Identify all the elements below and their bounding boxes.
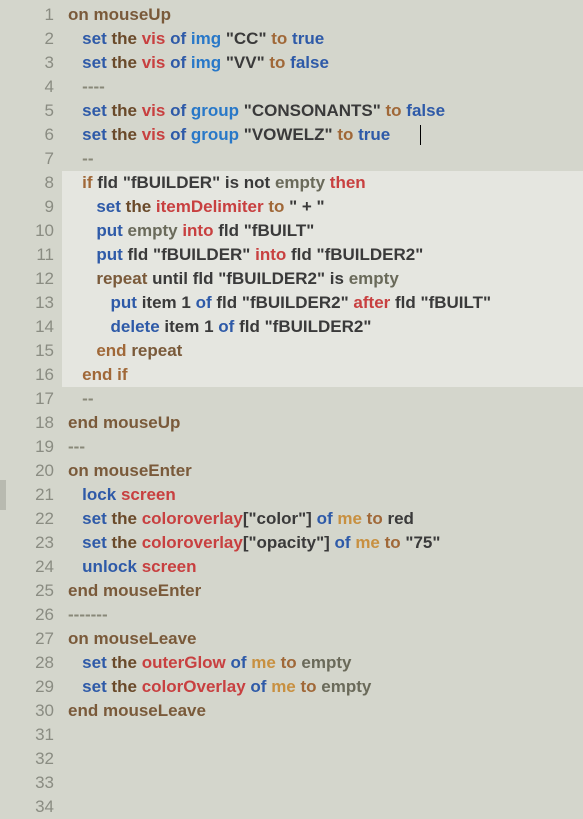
- line-number: 6: [0, 123, 54, 147]
- code-line[interactable]: --: [62, 147, 583, 171]
- line-number: 4: [0, 75, 54, 99]
- code-line[interactable]: [62, 771, 583, 795]
- line-number: 32: [0, 747, 54, 771]
- code-line[interactable]: delete item 1 of fld "fBUILDER2": [62, 315, 583, 339]
- code-line[interactable]: end mouseEnter: [62, 579, 583, 603]
- line-number: 3: [0, 51, 54, 75]
- code-line[interactable]: end mouseLeave: [62, 699, 583, 723]
- line-number: 7: [0, 147, 54, 171]
- line-number: 19: [0, 435, 54, 459]
- code-line[interactable]: set the coloroverlay["opacity"] of me to…: [62, 531, 583, 555]
- line-number: 15: [0, 339, 54, 363]
- code-line[interactable]: set the coloroverlay["color"] of me to r…: [62, 507, 583, 531]
- line-number: 13: [0, 291, 54, 315]
- code-line[interactable]: [62, 795, 583, 819]
- code-line[interactable]: set the itemDelimiter to " + ": [62, 195, 583, 219]
- line-number: 1: [0, 3, 54, 27]
- line-number: 33: [0, 771, 54, 795]
- code-line[interactable]: set the outerGlow of me to empty: [62, 651, 583, 675]
- code-line[interactable]: --: [62, 387, 583, 411]
- code-area[interactable]: on mouseUp set the vis of img "CC" to tr…: [62, 0, 583, 813]
- line-number: 5: [0, 99, 54, 123]
- line-number: 18: [0, 411, 54, 435]
- code-line[interactable]: unlock screen: [62, 555, 583, 579]
- text-cursor: [420, 125, 421, 145]
- code-line[interactable]: on mouseLeave: [62, 627, 583, 651]
- code-line[interactable]: ---: [62, 435, 583, 459]
- line-number: 31: [0, 723, 54, 747]
- line-number: 30: [0, 699, 54, 723]
- line-number: 11: [0, 243, 54, 267]
- code-line[interactable]: set the colorOverlay of me to empty: [62, 675, 583, 699]
- line-number: 14: [0, 315, 54, 339]
- line-number: 2: [0, 27, 54, 51]
- line-number: 25: [0, 579, 54, 603]
- code-line[interactable]: -------: [62, 603, 583, 627]
- code-line[interactable]: set the vis of img "VV" to false: [62, 51, 583, 75]
- code-line[interactable]: lock screen: [62, 483, 583, 507]
- line-number: 12: [0, 267, 54, 291]
- line-number: 20: [0, 459, 54, 483]
- line-number: 22: [0, 507, 54, 531]
- fold-marker: [0, 480, 6, 510]
- line-number: 23: [0, 531, 54, 555]
- code-line[interactable]: ----: [62, 75, 583, 99]
- code-line[interactable]: on mouseUp: [62, 3, 583, 27]
- line-number: 24: [0, 555, 54, 579]
- code-line[interactable]: put empty into fld "fBUILT": [62, 219, 583, 243]
- line-number: 29: [0, 675, 54, 699]
- code-line[interactable]: if fld "fBUILDER" is not empty then: [62, 171, 583, 195]
- line-number: 27: [0, 627, 54, 651]
- code-line[interactable]: on mouseEnter: [62, 459, 583, 483]
- code-line[interactable]: [62, 723, 583, 747]
- code-line[interactable]: end repeat: [62, 339, 583, 363]
- code-line[interactable]: set the vis of group "VOWELZ" to true: [62, 123, 583, 147]
- code-line[interactable]: set the vis of group "CONSONANTS" to fal…: [62, 99, 583, 123]
- code-line[interactable]: put item 1 of fld "fBUILDER2" after fld …: [62, 291, 583, 315]
- line-number: 28: [0, 651, 54, 675]
- line-number-gutter: 1 2 3 4 5 6 7 8 9 10 11 12 13 14 15 16 1…: [0, 0, 62, 813]
- code-line[interactable]: end mouseUp: [62, 411, 583, 435]
- line-number: 26: [0, 603, 54, 627]
- line-number: 8: [0, 171, 54, 195]
- code-line[interactable]: end if: [62, 363, 583, 387]
- code-editor: 1 2 3 4 5 6 7 8 9 10 11 12 13 14 15 16 1…: [0, 0, 583, 813]
- line-number: 21: [0, 483, 54, 507]
- line-number: 10: [0, 219, 54, 243]
- code-line[interactable]: put fld "fBUILDER" into fld "fBUILDER2": [62, 243, 583, 267]
- code-line[interactable]: [62, 747, 583, 771]
- code-line[interactable]: repeat until fld "fBUILDER2" is empty: [62, 267, 583, 291]
- code-line[interactable]: set the vis of img "CC" to true: [62, 27, 583, 51]
- line-number: 17: [0, 387, 54, 411]
- line-number: 16: [0, 363, 54, 387]
- line-number: 34: [0, 795, 54, 819]
- line-number: 9: [0, 195, 54, 219]
